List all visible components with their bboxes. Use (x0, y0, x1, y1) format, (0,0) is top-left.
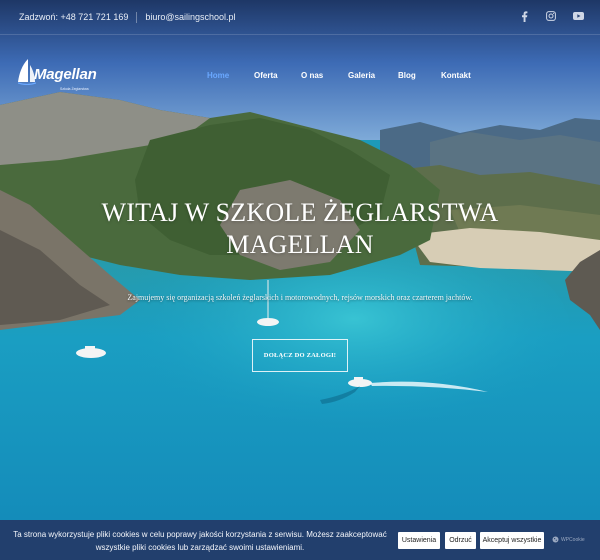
join-crew-button[interactable]: DOŁĄCZ DO ZAŁOGI! (252, 339, 348, 372)
facebook-icon[interactable] (517, 9, 531, 23)
cookie-settings-button[interactable]: Ustawienia (398, 532, 440, 549)
cookie-vendor-badge[interactable]: WPCookie (552, 536, 585, 543)
cookie-reject-button[interactable]: Odrzuć (445, 532, 476, 549)
nav-item-home[interactable]: Home (207, 71, 229, 80)
hero-title: WITAJ W SZKOLE ŻEGLARSTWA MAGELLAN (50, 197, 550, 261)
header-divider (0, 34, 600, 35)
wpcookie-icon (552, 536, 559, 543)
cookie-accept-button[interactable]: Akceptuj wszystkie (480, 532, 544, 549)
brand-tagline: Szkoła Żeglarstwa (60, 87, 89, 91)
topbar-divider (136, 11, 138, 23)
phone-link[interactable]: Zadzwoń: +48 721 721 169 (19, 12, 128, 22)
hero-title-line1: WITAJ W SZKOLE ŻEGLARSTWA (101, 198, 499, 227)
instagram-icon[interactable] (544, 9, 558, 23)
cookie-vendor-name: WPCookie (561, 536, 585, 543)
main-nav: Home Oferta O nas Galeria Blog Kontakt (0, 71, 600, 83)
cookie-message-line2: wszystkie pliki cookies lub zarządzać sw… (95, 543, 305, 552)
cookie-message: Ta strona wykorzystuje pliki cookies w c… (12, 528, 388, 554)
social-links (517, 9, 585, 23)
nav-item-oferta[interactable]: Oferta (254, 71, 278, 80)
hero-title-line2: MAGELLAN (226, 230, 374, 259)
nav-item-o-nas[interactable]: O nas (301, 71, 323, 80)
top-bar: Zadzwoń: +48 721 721 169 biuro@sailingsc… (0, 0, 600, 34)
nav-item-kontakt[interactable]: Kontakt (441, 71, 471, 80)
nav-item-blog[interactable]: Blog (398, 71, 416, 80)
cookie-banner: Ta strona wykorzystuje pliki cookies w c… (0, 520, 600, 560)
email-link[interactable]: biuro@sailingschool.pl (145, 12, 235, 22)
cookie-message-line1: Ta strona wykorzystuje pliki cookies w c… (13, 530, 387, 539)
hero-subtitle: Zajmujemy się organizacją szkoleń żeglar… (127, 293, 473, 302)
nav-item-galeria[interactable]: Galeria (348, 71, 375, 80)
youtube-icon[interactable] (571, 9, 585, 23)
